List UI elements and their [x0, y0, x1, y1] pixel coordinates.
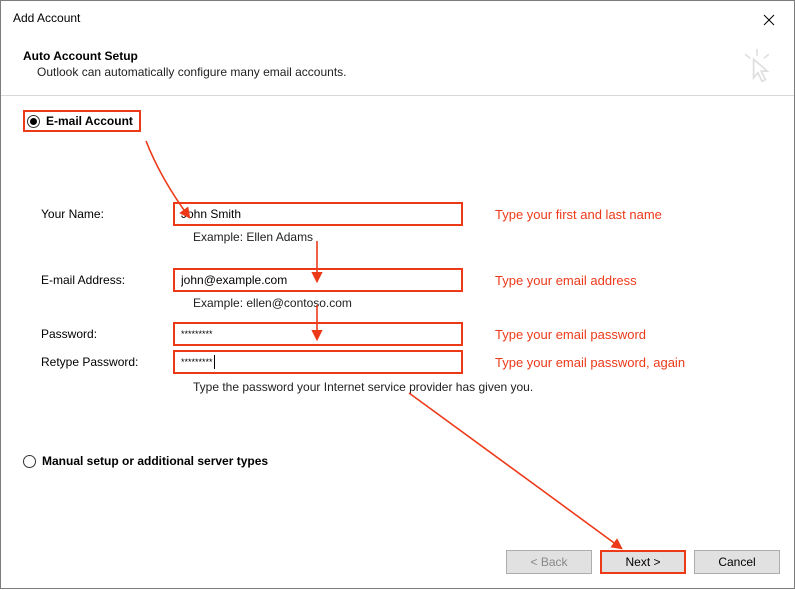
- cancel-button[interactable]: Cancel: [694, 550, 780, 574]
- next-button-label: Next >: [625, 555, 660, 569]
- email-example: Example: ellen@contoso.com: [173, 292, 463, 310]
- retype-password-label: Retype Password:: [41, 355, 161, 369]
- next-button[interactable]: Next >: [600, 550, 686, 574]
- radio-unchecked-icon: [23, 455, 36, 468]
- wizard-cursor-icon: [740, 47, 774, 85]
- retype-password-input[interactable]: *********: [173, 350, 463, 374]
- your-name-label: Your Name:: [41, 207, 161, 221]
- close-icon: [763, 14, 775, 26]
- retype-password-value: *********: [181, 352, 213, 372]
- annotation-name: Type your first and last name: [475, 207, 784, 222]
- manual-setup-radio[interactable]: Manual setup or additional server types: [23, 454, 268, 468]
- back-button-label: < Back: [530, 555, 567, 569]
- provider-hint: Type the password your Internet service …: [173, 374, 784, 394]
- text-caret: [214, 355, 215, 369]
- annotation-email: Type your email address: [475, 273, 784, 288]
- email-account-radio-label: E-mail Account: [46, 114, 133, 128]
- email-account-radio-highlight: E-mail Account: [23, 110, 141, 132]
- annotation-retype: Type your email password, again: [475, 355, 784, 370]
- password-label: Password:: [41, 327, 161, 341]
- email-input[interactable]: [173, 268, 463, 292]
- manual-setup-radio-label: Manual setup or additional server types: [42, 454, 268, 468]
- email-label: E-mail Address:: [41, 273, 161, 287]
- back-button: < Back: [506, 550, 592, 574]
- annotation-password: Type your email password: [475, 327, 784, 342]
- close-button[interactable]: [754, 9, 784, 31]
- email-account-radio[interactable]: E-mail Account: [27, 114, 133, 128]
- cancel-button-label: Cancel: [718, 555, 755, 569]
- radio-checked-icon: [27, 115, 40, 128]
- your-name-input[interactable]: [173, 202, 463, 226]
- password-value: *********: [181, 324, 213, 344]
- your-name-example: Example: Ellen Adams: [173, 226, 463, 244]
- page-subtitle: Outlook can automatically configure many…: [23, 65, 794, 79]
- page-title: Auto Account Setup: [23, 49, 794, 63]
- window-title: Add Account: [13, 9, 80, 25]
- password-input[interactable]: *********: [173, 322, 463, 346]
